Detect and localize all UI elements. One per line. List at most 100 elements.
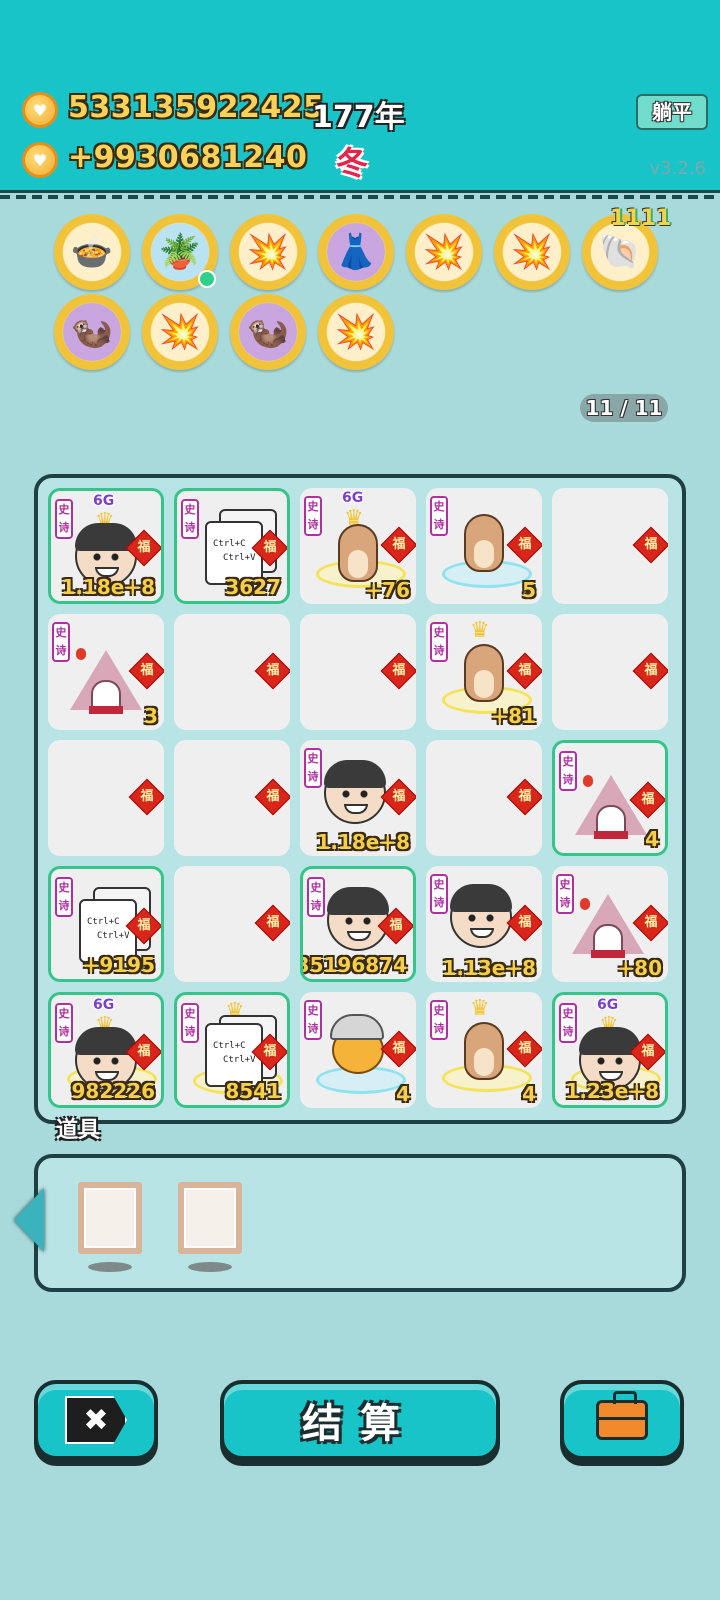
cell-value: +80	[617, 956, 662, 980]
otter-icon	[464, 1022, 504, 1080]
cell-value: 1.18e+8	[316, 830, 410, 854]
mushroom-cloud-icon: 💥	[327, 303, 385, 361]
otter-icon	[338, 524, 378, 582]
fu-diamond-icon: 福	[377, 907, 413, 945]
board-cell-r0c0[interactable]: 史诗 6G ♛ 福 1.18e+8	[48, 488, 164, 604]
badge-otter-family[interactable]: 🦦	[230, 294, 306, 370]
tools-label: 道具	[56, 1118, 101, 1143]
fu-diamond-icon: 福	[506, 526, 542, 564]
man-face-icon	[450, 884, 512, 948]
fu-diamond-icon: 福	[380, 1030, 416, 1068]
sixg-tag: 6G	[342, 490, 364, 506]
board-cell-r3c0[interactable]: 史诗 Ctrl+C Ctrl+V 福 +9195	[48, 866, 164, 982]
board-cell-r3c2[interactable]: 史诗 福 35196874	[300, 866, 416, 982]
coin-icon: ♥	[22, 142, 58, 178]
tent-sign	[594, 831, 628, 839]
cell-value: 5	[522, 578, 536, 602]
badge-mushroom-cloud[interactable]: 💥	[142, 294, 218, 370]
man-face-icon	[327, 887, 389, 951]
fu-diamond-icon: 福	[254, 652, 290, 690]
mushroom-cloud-icon: 💥	[415, 223, 473, 281]
man-face-icon	[324, 760, 386, 824]
board-cell-r3c4[interactable]: 史诗 福 +80	[552, 866, 668, 982]
briefcase-icon	[596, 1391, 648, 1440]
version-label: v3.2.6	[649, 158, 706, 179]
otter-family-icon: 🦦	[239, 303, 297, 361]
epic-tag: 史诗	[304, 748, 322, 788]
board-cell-r4c0[interactable]: 史诗 6G ♛ 福 982226	[48, 992, 164, 1108]
tool-slot-shadow	[188, 1262, 232, 1272]
badge-potted-flower[interactable]: 🪴	[142, 214, 218, 290]
otter-family-icon: 🦦	[63, 303, 121, 361]
epic-tag: 史诗	[181, 499, 199, 539]
fu-diamond-icon: 福	[254, 904, 290, 942]
epic-tag: 史诗	[55, 499, 73, 539]
board-cell-r4c1[interactable]: 史诗 ♛ Ctrl+C Ctrl+V 福 8541	[174, 992, 290, 1108]
tool-slot-frame[interactable]	[78, 1182, 142, 1254]
tool-slot-frame[interactable]	[178, 1182, 242, 1254]
cell-value: +9195	[82, 953, 155, 977]
crown-icon: ♛	[470, 618, 490, 643]
epic-tag: 史诗	[430, 874, 448, 914]
board-cell-r0c3[interactable]: 史诗 福 5	[426, 488, 542, 604]
fu-diamond-icon: 福	[506, 1030, 542, 1068]
epic-tag: 史诗	[430, 496, 448, 536]
cell-value: 3	[144, 704, 158, 728]
board-cell-r2c1[interactable]: 福	[174, 740, 290, 856]
mushroom-cloud-icon: 💥	[151, 303, 209, 361]
board-cell-r1c4[interactable]: 福	[552, 614, 668, 730]
cell-value: 4	[396, 1082, 410, 1106]
cell-value: 8541	[225, 1079, 281, 1103]
tool-slot-shadow	[88, 1262, 132, 1272]
settle-label: 结算	[302, 1401, 418, 1447]
board-cell-r0c2[interactable]: 史诗 6G ♛ 福 +76	[300, 488, 416, 604]
money-income: +9930681240	[68, 140, 308, 175]
sixg-tag: 6G	[597, 997, 619, 1013]
badge-skirt[interactable]: 👗	[318, 214, 394, 290]
fu-diamond-icon: 福	[380, 652, 416, 690]
board-cell-r0c4[interactable]: 福	[552, 488, 668, 604]
board-cell-r0c1[interactable]: 史诗 Ctrl+C Ctrl+V 福 3627	[174, 488, 290, 604]
mushroom-cloud-icon: 💥	[239, 223, 297, 281]
board-cell-r2c2[interactable]: 史诗 福 1.18e+8	[300, 740, 416, 856]
badge-mushroom-cloud[interactable]: 💥	[406, 214, 482, 290]
seashell-icon: 🐚	[591, 223, 649, 281]
bag-button[interactable]	[560, 1380, 684, 1460]
board-cell-r4c2[interactable]: 史诗 福 4	[300, 992, 416, 1108]
fu-diamond-icon: 福	[632, 526, 668, 564]
otter-icon	[464, 514, 504, 572]
cell-value: 982226	[71, 1079, 156, 1103]
settle-button[interactable]: 结算	[220, 1380, 500, 1460]
epic-tag: 史诗	[55, 1003, 73, 1043]
exit-button[interactable]: ✖	[34, 1380, 158, 1460]
board-cell-r1c3[interactable]: 史诗 ♛ 福 +81	[426, 614, 542, 730]
board-cell-r3c1[interactable]: 福	[174, 866, 290, 982]
cell-value: 3627	[225, 575, 281, 599]
fu-diamond-icon: 福	[506, 652, 542, 690]
flat-button[interactable]: 躺平	[636, 94, 708, 130]
epic-tag: 史诗	[304, 1000, 322, 1040]
tools-prev-arrow-icon[interactable]	[14, 1188, 44, 1252]
board-cell-r2c4[interactable]: 史诗 福 4	[552, 740, 668, 856]
fu-diamond-icon: 福	[506, 778, 542, 816]
board-cell-r1c1[interactable]: 福	[174, 614, 290, 730]
tent-door	[91, 680, 121, 708]
badge-mushroom-cloud[interactable]: 💥	[230, 214, 306, 290]
badge-mushroom-cloud[interactable]: 💥	[318, 294, 394, 370]
fu-diamond-icon: 福	[506, 904, 542, 942]
board-cell-r2c3[interactable]: 福	[426, 740, 542, 856]
otter-icon	[464, 644, 504, 702]
money-total: 533135922425	[68, 90, 325, 125]
cell-value: 35196874	[300, 953, 407, 977]
badge-rice-cooker[interactable]: 🍲	[54, 214, 130, 290]
board-cell-r4c4[interactable]: 史诗 6G ♛ 福 1.23e+8	[552, 992, 668, 1108]
epic-tag: 史诗	[55, 877, 73, 917]
board-cell-r3c3[interactable]: 史诗 福 1.13e+8	[426, 866, 542, 982]
board-cell-r2c0[interactable]: 福	[48, 740, 164, 856]
badge-mushroom-cloud[interactable]: 💥	[494, 214, 570, 290]
board-cell-r1c2[interactable]: 福	[300, 614, 416, 730]
badge-otter-family[interactable]: 🦦	[54, 294, 130, 370]
board-cell-r4c3[interactable]: 史诗 ♛ 福 4	[426, 992, 542, 1108]
board-cell-r1c0[interactable]: 史诗 福 3	[48, 614, 164, 730]
epic-tag: 史诗	[430, 622, 448, 662]
